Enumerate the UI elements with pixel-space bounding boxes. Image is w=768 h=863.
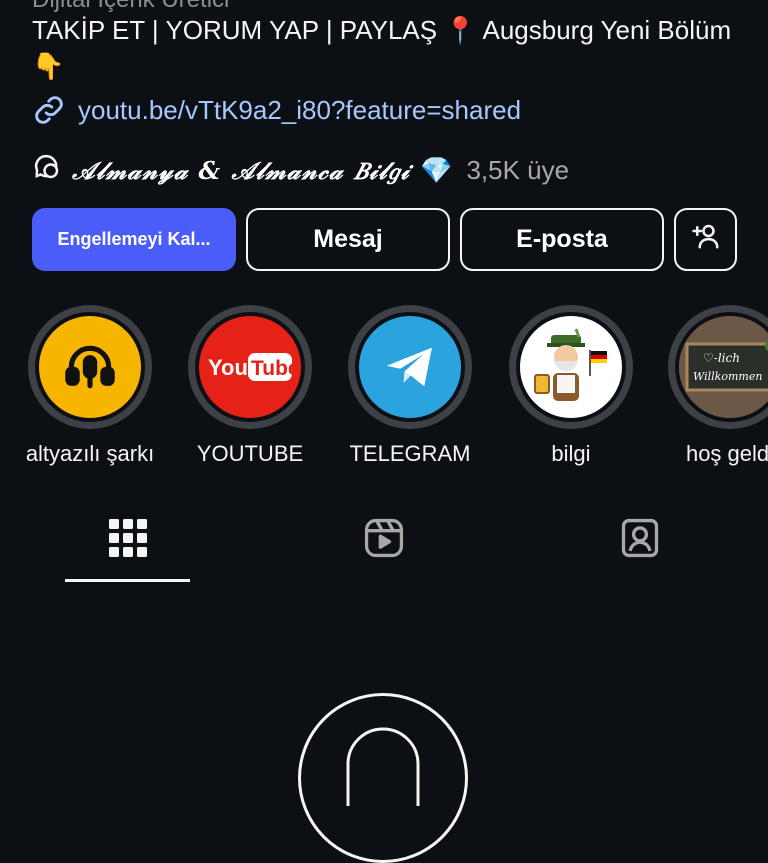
channel-badge: 💎 <box>420 154 453 185</box>
highlight-label: bilgi <box>551 441 591 466</box>
channel-icon <box>32 152 62 189</box>
tagged-person-icon <box>618 516 662 565</box>
story-highlights: altyazılı şarkı You Tube YOUTUBE TELEGRA… <box>0 305 768 475</box>
email-button[interactable]: E-posta <box>460 208 664 271</box>
profile-tabs <box>0 510 768 590</box>
chalkboard-welcome-sign: ♡-lich Willkommen <box>679 316 768 418</box>
profile-bio: TAKİP ET | YORUM YAP | PAYLAŞ 📍 Augsburg… <box>32 15 732 81</box>
link-icon <box>32 93 66 127</box>
empty-state-icon <box>298 693 468 863</box>
tab-grid[interactable] <box>98 510 158 570</box>
selected-tab-indicator <box>65 579 190 582</box>
channel-name: 𝒜𝓁𝓂𝒶𝓃𝓎𝒶 & 𝒜𝓁𝓂𝒶𝓃𝒸𝒶 𝐵𝒾𝓁𝑔𝒾 <box>72 155 411 185</box>
highlight-label: TELEGRAM <box>349 441 471 466</box>
highlight-bilgi[interactable]: bilgi <box>486 305 656 467</box>
unblock-button[interactable]: Engellemeyi Kal... <box>32 208 236 271</box>
svg-text:♡-lich: ♡-lich <box>703 351 740 365</box>
grid-icon <box>109 518 147 562</box>
svg-text:Willkommen: Willkommen <box>693 370 762 383</box>
channel-members: 3,5K üye <box>466 154 570 185</box>
highlight-label: YOUTUBE <box>196 441 304 466</box>
tab-reels[interactable] <box>354 510 414 570</box>
profile-link-text[interactable]: youtu.be/vTtK9a2_i80?feature=shared <box>78 95 521 126</box>
add-person-icon <box>691 221 721 258</box>
bavarian-character-illustration <box>520 316 622 418</box>
highlight-hos-geldi[interactable]: ♡-lich Willkommen hoş geldi <box>645 305 768 467</box>
highlight-telegram[interactable]: TELEGRAM <box>325 305 495 467</box>
youtube-logo: You Tube <box>199 316 301 418</box>
highlight-label: altyazılı şarkı <box>25 441 155 466</box>
tab-tagged[interactable] <box>610 510 670 570</box>
highlight-youtube[interactable]: You Tube YOUTUBE <box>165 305 335 467</box>
message-button[interactable]: Mesaj <box>246 208 450 271</box>
profile-link[interactable]: youtu.be/vTtK9a2_i80?feature=shared <box>32 90 521 130</box>
svg-text:You: You <box>208 355 248 380</box>
telegram-logo <box>359 316 461 418</box>
highlight-label: hoş geldi <box>685 441 768 466</box>
broadcast-channel[interactable]: 𝒜𝓁𝓂𝒶𝓃𝓎𝒶 & 𝒜𝓁𝓂𝒶𝓃𝒸𝒶 𝐵𝒾𝓁𝑔𝒾 💎 3,5K üye <box>32 150 569 190</box>
headphones-microphone-icon <box>39 316 141 418</box>
svg-text:Tube: Tube <box>251 357 294 380</box>
highlight-altyazili-sarki[interactable]: altyazılı şarkı <box>5 305 175 467</box>
reels-icon <box>362 516 406 565</box>
profile-actions: Engellemeyi Kal... Mesaj E-posta <box>0 208 768 271</box>
add-person-button[interactable] <box>674 208 737 271</box>
